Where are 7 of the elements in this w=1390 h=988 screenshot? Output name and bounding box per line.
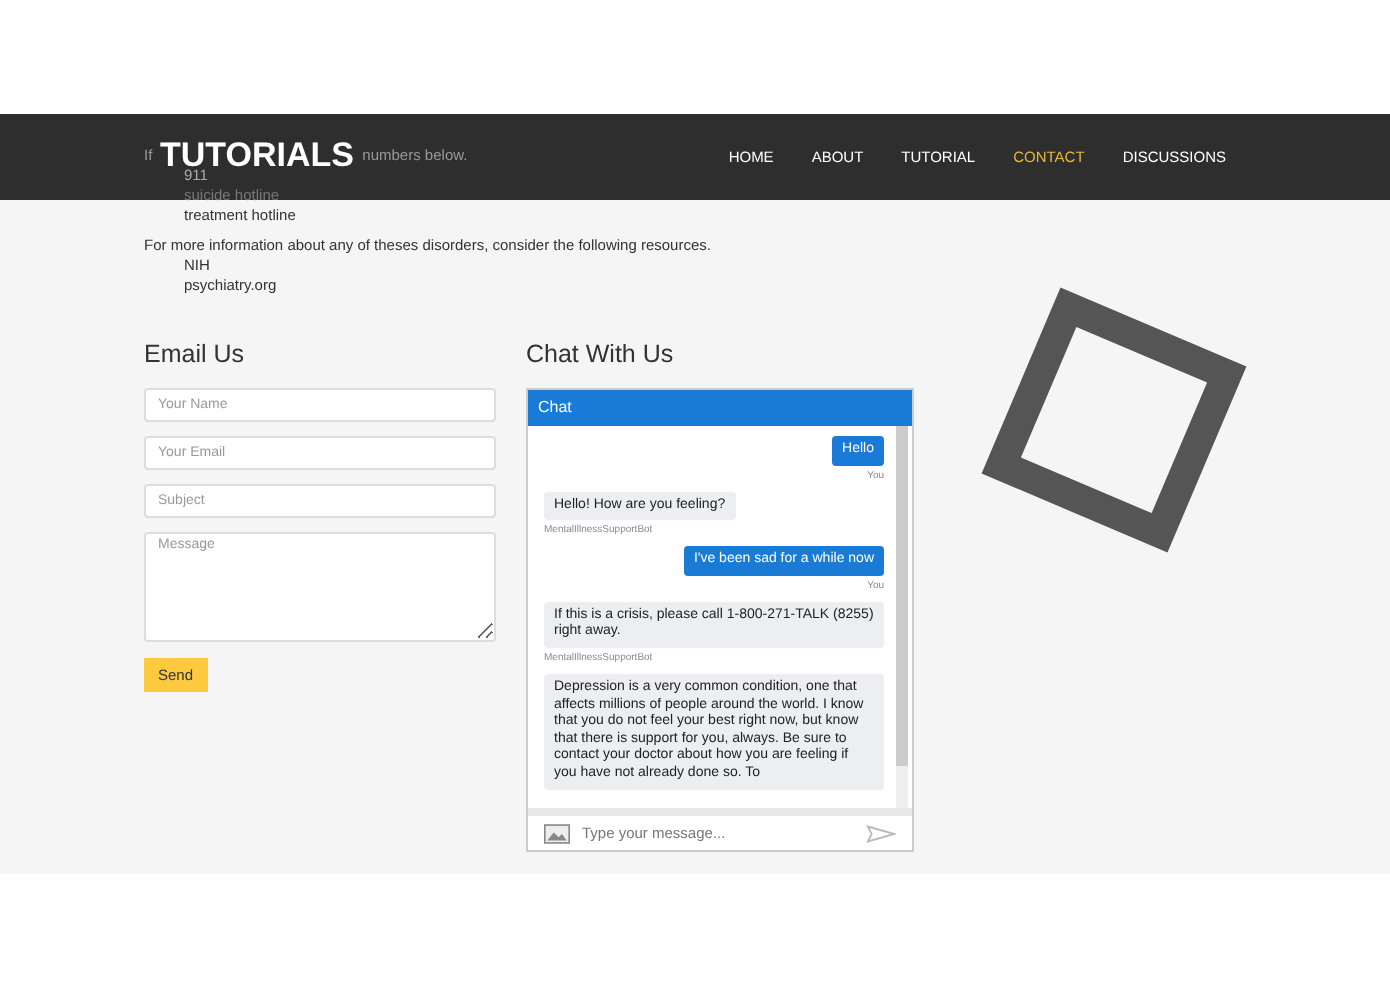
section-heading: Chat With Us bbox=[526, 340, 676, 368]
site-logo[interactable]: TUTORIALS bbox=[160, 141, 354, 167]
scrollbar[interactable] bbox=[896, 426, 908, 808]
image-icon[interactable] bbox=[544, 823, 570, 843]
chat-header: Chat bbox=[528, 390, 912, 426]
send-icon[interactable] bbox=[866, 823, 896, 843]
section-heading: Email Us bbox=[144, 340, 245, 368]
